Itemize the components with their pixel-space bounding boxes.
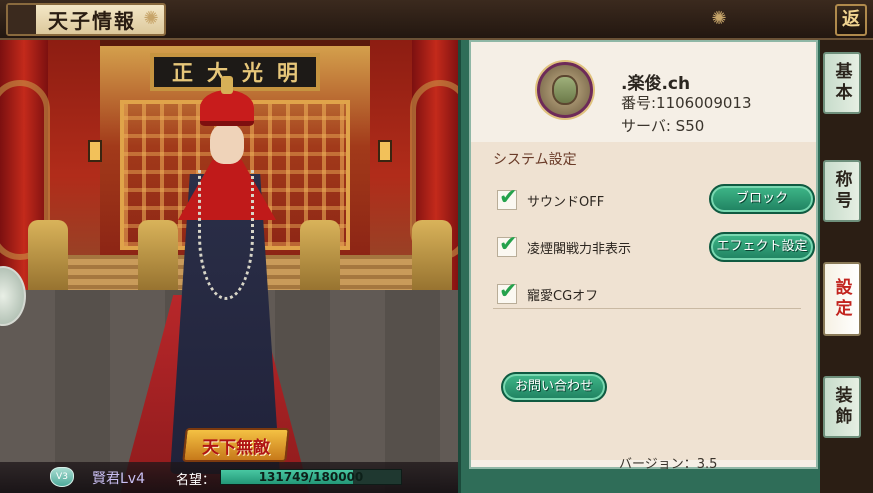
- block-button[interactable]: ブロック: [709, 184, 815, 214]
- system-settings-title: システム設定: [493, 152, 577, 168]
- return-button[interactable]: 返: [835, 4, 867, 36]
- ornament-icon: ✺: [711, 8, 727, 29]
- player-server: サーバ: S50: [621, 117, 705, 135]
- player-id: 番号:1106009013: [621, 94, 752, 112]
- option-label: サウンドOFF: [527, 194, 605, 210]
- tab-settings[interactable]: 設定: [823, 262, 861, 336]
- player-avatar[interactable]: [537, 62, 593, 118]
- contact-button[interactable]: お問い合わせ: [501, 372, 607, 402]
- option-sound-off[interactable]: サウンドOFF: [497, 185, 605, 210]
- page-title: 天子情報: [48, 9, 136, 33]
- lantern-icon: [88, 140, 102, 162]
- official-hat: [200, 90, 254, 126]
- urn-ornament: [300, 220, 340, 300]
- side-tabs: 基本 称号 設定 装飾: [820, 40, 873, 493]
- fame-value: 131749/180000: [258, 470, 364, 484]
- checkbox[interactable]: [497, 232, 517, 257]
- lion-icon: [552, 75, 578, 105]
- ornament-icon: ✺: [143, 8, 159, 29]
- tab-title[interactable]: 称号: [823, 160, 861, 222]
- title-badge: 天下無敵: [182, 428, 290, 462]
- court-beads: [198, 170, 254, 300]
- checkbox[interactable]: [497, 185, 517, 210]
- info-panel: .楽俊.ch 番号:1106009013 サーバ: S50 システム設定 サウン…: [458, 40, 820, 493]
- version-text: バージョン：3.5: [619, 457, 718, 472]
- effect-settings-button[interactable]: エフェクト設定: [709, 232, 815, 262]
- option-label: 寵愛CGオフ: [527, 288, 599, 304]
- option-hide-power[interactable]: 凌煙閣戦力非表示: [497, 232, 632, 257]
- badge-text: 天下無敵: [202, 437, 270, 458]
- hat-finial: [221, 76, 233, 94]
- player-name: .楽俊.ch: [621, 74, 691, 94]
- top-bar: 天子情報 ✺ ✺ 返: [0, 0, 873, 40]
- urn-ornament: [412, 220, 452, 300]
- info-paper: .楽俊.ch 番号:1106009013 サーバ: S50 システム設定 サウン…: [469, 40, 818, 472]
- option-label: 凌煙閣戦力非表示: [527, 241, 632, 257]
- lantern-icon: [378, 140, 392, 162]
- checkbox[interactable]: [497, 279, 517, 304]
- vip-icon: V3: [50, 467, 74, 487]
- rank-level: 賢君Lv4: [92, 471, 145, 487]
- tab-basic[interactable]: 基本: [823, 52, 861, 114]
- urn-ornament: [28, 220, 68, 300]
- character-scene: 正大光明: [0, 40, 460, 493]
- fame-label: 名望：: [176, 473, 216, 488]
- plaque-text: 正大光明: [172, 60, 312, 85]
- emperor-character[interactable]: [170, 76, 280, 480]
- character-face: [210, 124, 244, 164]
- fame-progress-bar: 131749/180000: [220, 469, 402, 485]
- tab-decoration[interactable]: 装飾: [823, 376, 861, 438]
- hall-plaque: 正大光明: [150, 53, 320, 91]
- option-cg-off[interactable]: 寵愛CGオフ: [497, 279, 599, 304]
- divider: [493, 308, 801, 309]
